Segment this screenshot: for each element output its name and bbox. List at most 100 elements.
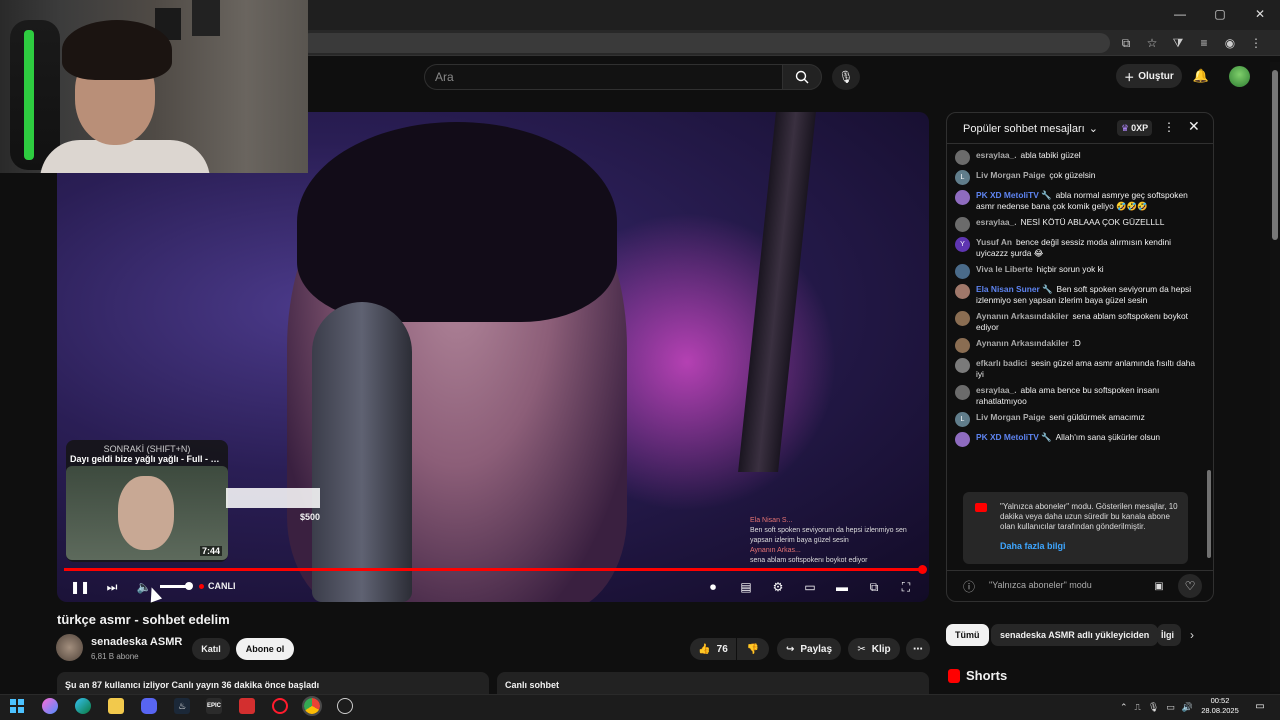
chat-message[interactable]: efkarlı badici sesin güzel ama asmr anlam…: [955, 358, 1205, 380]
extensions-icon[interactable]: ⧩: [1170, 35, 1186, 51]
miniplayer-button[interactable]: ▭: [800, 576, 820, 598]
chat-author-avatar[interactable]: [955, 190, 970, 205]
settings-button[interactable]: ⚙: [768, 576, 788, 598]
opera-icon[interactable]: [272, 698, 288, 714]
browser-menu-icon[interactable]: ⋮: [1248, 35, 1264, 51]
notifications-bell-icon[interactable]: 🔔: [1192, 66, 1210, 86]
bookmark-star-icon[interactable]: ☆: [1144, 35, 1160, 51]
account-avatar[interactable]: [1229, 66, 1250, 87]
create-button[interactable]: ＋ Oluştur: [1116, 64, 1182, 88]
theater-mode-button[interactable]: ▬: [832, 576, 852, 598]
cast-icon[interactable]: ⧉: [1118, 35, 1134, 51]
notification-center-icon[interactable]: ▭: [1252, 698, 1268, 714]
chat-author-avatar[interactable]: L: [955, 170, 970, 185]
chat-author-name[interactable]: Aynanın Arkasındakiler: [976, 311, 1068, 321]
chat-author-name[interactable]: Liv Morgan Paige: [976, 170, 1045, 180]
minimize-button[interactable]: —: [1160, 0, 1200, 28]
media-control-icon[interactable]: ≡: [1196, 35, 1212, 51]
network-icon[interactable]: ▭: [1166, 702, 1175, 713]
profile-icon[interactable]: ◉: [1222, 35, 1238, 51]
chat-author-avatar[interactable]: [955, 150, 970, 165]
discord-icon[interactable]: [141, 698, 157, 714]
search-input[interactable]: Ara: [424, 64, 782, 90]
channel-avatar[interactable]: [56, 634, 83, 661]
progress-scrubber[interactable]: [918, 565, 927, 574]
like-button[interactable]: 👍 76: [690, 638, 736, 660]
chat-message[interactable]: Y Yusuf An bence değil sessiz moda alırmıs…: [955, 237, 1205, 259]
chat-author-name[interactable]: Viva le Liberte: [976, 264, 1033, 274]
windows-start-icon[interactable]: [9, 698, 25, 714]
chat-message[interactable]: PK XD MetoliTV 🔧 abla normal asmrye geç s…: [955, 190, 1205, 212]
chat-message[interactable]: Aynanın Arkasındakiler sena ablam softspo…: [955, 311, 1205, 333]
share-button[interactable]: ↪ Paylaş: [777, 638, 841, 660]
chat-message[interactable]: esraylaa_. NESİ KÖTÜ ABLAAA ÇOK GÜZELLLL: [955, 217, 1205, 232]
volume-slider-handle[interactable]: [185, 582, 193, 590]
chat-message[interactable]: PK XD MetoliTV 🔧 Allah'ım sana şükürler o…: [955, 432, 1205, 447]
video-description-card[interactable]: Şu an 87 kullanıcı izliyor Canlı yayın 3…: [57, 672, 489, 696]
next-button[interactable]: ⏭: [102, 576, 122, 598]
app-icon[interactable]: [239, 698, 255, 714]
chip-from-uploader[interactable]: senadeska ASMR adlı yükleyiciden: [991, 624, 1159, 646]
chat-author-name[interactable]: Ela Nisan Suner 🔧: [976, 284, 1053, 294]
autoplay-toggle[interactable]: ⏺: [700, 576, 726, 598]
subscribe-button[interactable]: Abone ol: [236, 638, 294, 660]
chat-author-avatar[interactable]: [955, 264, 970, 279]
chip-all[interactable]: Tümü: [946, 624, 989, 646]
channel-name[interactable]: senadeska ASMR: [91, 636, 182, 648]
taskbar-clock[interactable]: 00:52 28.08.2025: [1200, 696, 1240, 716]
chat-author-avatar[interactable]: [955, 432, 970, 447]
chat-author-name[interactable]: PK XD MetoliTV 🔧: [976, 432, 1052, 442]
join-button[interactable]: Katıl: [192, 638, 230, 660]
chat-author-avatar[interactable]: Y: [955, 237, 970, 252]
chat-message[interactable]: L Liv Morgan Paige seni güldürmek amacımız: [955, 412, 1205, 427]
chevron-up-icon[interactable]: ⌃: [1120, 702, 1128, 713]
fullscreen-button[interactable]: ⛶: [896, 576, 916, 598]
live-chat-card[interactable]: Canlı sohbet: [497, 672, 929, 696]
page-scrollbar-thumb[interactable]: [1272, 70, 1278, 240]
chat-author-name[interactable]: efkarlı badici: [976, 358, 1027, 368]
chat-author-name[interactable]: esraylaa_.: [976, 150, 1017, 160]
copilot-icon[interactable]: [42, 698, 58, 714]
chat-author-avatar[interactable]: [955, 217, 970, 232]
chat-message[interactable]: Ela Nisan Suner 🔧 Ben soft spoken seviyor…: [955, 284, 1205, 306]
chat-author-avatar[interactable]: [955, 311, 970, 326]
clip-button[interactable]: ✂ Klip: [848, 638, 900, 660]
maximize-button[interactable]: ▢: [1200, 0, 1240, 28]
chat-message[interactable]: esraylaa_. abla tabiki güzel: [955, 150, 1205, 165]
chat-author-avatar[interactable]: L: [955, 412, 970, 427]
chat-author-avatar[interactable]: [955, 385, 970, 400]
info-icon[interactable]: ⓘ: [963, 578, 975, 595]
chat-author-avatar[interactable]: [955, 338, 970, 353]
address-bar[interactable]: [300, 33, 1110, 53]
learn-more-link[interactable]: Daha fazla bilgi: [1000, 541, 1066, 551]
cast-button[interactable]: ⧉: [864, 576, 884, 598]
close-window-button[interactable]: ✕: [1240, 0, 1280, 28]
pause-button[interactable]: ❚❚: [70, 576, 90, 598]
chat-message[interactable]: L Liv Morgan Paige çok güzelsin: [955, 170, 1205, 185]
chat-author-avatar[interactable]: [955, 284, 970, 299]
chat-message[interactable]: Aynanın Arkasındakiler:D: [955, 338, 1205, 353]
chat-author-name[interactable]: Aynanın Arkasındakiler: [976, 338, 1068, 348]
chat-author-name[interactable]: PK XD MetoliTV 🔧: [976, 190, 1052, 200]
chat-message[interactable]: Viva le Liberte hiçbir sorun yok ki: [955, 264, 1205, 279]
search-button[interactable]: [782, 64, 822, 90]
usb-icon[interactable]: ⎍: [1135, 702, 1141, 713]
voice-search-button[interactable]: 🎙: [832, 64, 860, 90]
file-explorer-icon[interactable]: [108, 698, 124, 714]
heart-icon[interactable]: ♡: [1178, 574, 1202, 598]
chat-message[interactable]: esraylaa_. abla ama bence bu softspoken i…: [955, 385, 1205, 407]
speaker-icon[interactable]: 🔊: [1182, 702, 1193, 713]
chrome-icon[interactable]: [302, 696, 322, 716]
dislike-button[interactable]: 👎: [737, 638, 769, 660]
chat-scrollbar-thumb[interactable]: [1207, 470, 1211, 558]
chevron-right-icon[interactable]: ›: [1190, 628, 1194, 642]
close-icon[interactable]: ✕: [1188, 118, 1200, 135]
chat-author-name[interactable]: Liv Morgan Paige: [976, 412, 1045, 422]
chat-mode-dropdown[interactable]: Popüler sohbet mesajları ⌄: [963, 122, 1098, 136]
chat-menu-icon[interactable]: ⋮: [1163, 120, 1175, 134]
super-chat-icon[interactable]: ▣: [1149, 577, 1169, 595]
chat-author-name[interactable]: esraylaa_.: [976, 385, 1017, 395]
subtitles-button[interactable]: ▤: [736, 576, 756, 598]
clock-app-icon[interactable]: [337, 698, 353, 714]
chat-author-name[interactable]: esraylaa_.: [976, 217, 1017, 227]
